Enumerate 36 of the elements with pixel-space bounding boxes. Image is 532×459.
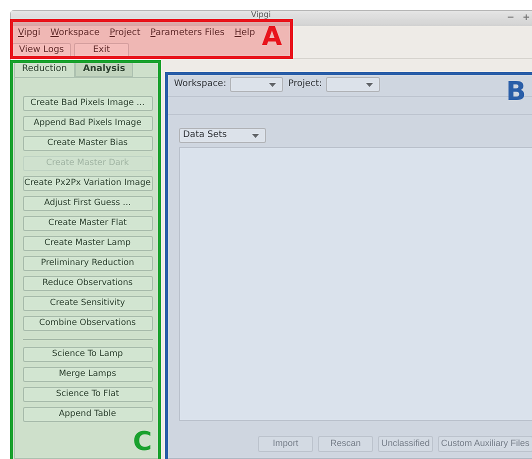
dropdown-arrow-icon [269,82,276,86]
tab[interactable]: Reduction [14,62,75,77]
window-title: Vipgi [251,11,271,19]
toolbar-button[interactable]: View Logs [12,42,71,58]
dropdown-arrow-icon [252,134,259,138]
dropdown-arrow-icon [366,82,374,86]
workspace-label: Workspace: [174,78,226,91]
annotation-label: C [132,429,152,455]
action-button[interactable]: Create Sensitivity [22,296,152,311]
annotation-label: B [506,79,526,105]
project-label: Project: [288,78,322,91]
action-button[interactable]: Create Master Bias [22,136,152,151]
action-button[interactable]: Create Bad Pixels Image ... [22,96,152,111]
tab[interactable]: Analysis [75,62,134,77]
annotation-label: A [262,24,282,50]
menu-item[interactable]: Project [110,27,140,41]
toolbar-button[interactable]: Exit [74,42,129,58]
menu-item[interactable]: Parameters Files [150,27,225,41]
action-button[interactable]: Create Px2Px Variation Image [22,176,152,191]
action-button[interactable]: Create Master Flat [22,216,152,231]
menu-item[interactable]: Workspace [50,27,100,41]
menu-item[interactable]: Help [234,27,256,41]
menu-item[interactable]: Vipgi [18,27,40,41]
action-button[interactable]: Science To Flat [22,387,152,402]
project-dropdown[interactable] [326,77,380,92]
action-button[interactable]: Merge Lamps [22,367,152,382]
workspace-dropdown[interactable] [230,77,284,92]
data-sets-dropdown[interactable]: Data Sets [179,128,266,143]
action-button[interactable]: Adjust First Guess ... [22,196,152,211]
action-button[interactable]: Combine Observations [22,316,152,331]
action-button[interactable]: Create Master Lamp [22,236,152,251]
action-button[interactable]: Append Table [22,407,152,422]
action-button[interactable]: Reduce Observations [22,276,152,291]
action-button[interactable]: Preliminary Reduction [22,256,152,271]
action-button[interactable]: Append Bad Pixels Image [22,116,152,131]
action-button[interactable]: Science To Lamp [22,347,152,362]
